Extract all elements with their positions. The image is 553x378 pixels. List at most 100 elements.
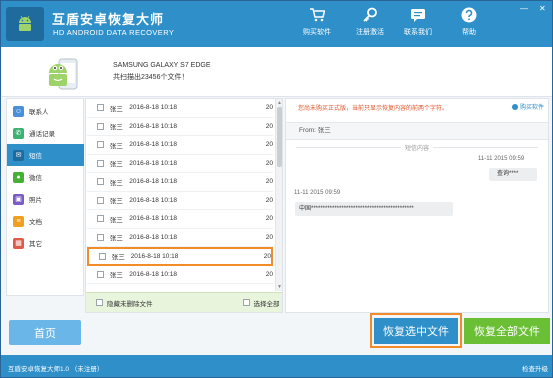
row-checkbox[interactable]: [97, 196, 104, 204]
contact-name: 张三: [109, 105, 123, 113]
list-item[interactable]: 张三 2016-8-18 10:18 20: [87, 192, 273, 210]
buy-software-link[interactable]: 购买软件: [511, 102, 544, 111]
category-other[interactable]: ▦ 其它: [7, 232, 84, 254]
device-name: SAMSUNG GALAXY S7 EDGE: [113, 62, 211, 69]
category-label: 通话记录: [29, 131, 55, 138]
message-date: 2016-8-18 10:18: [129, 122, 177, 130]
section-label: 短信内容: [401, 143, 434, 152]
row-checkbox[interactable]: [97, 122, 104, 130]
recover-all-button[interactable]: 恢复全部文件: [464, 318, 550, 344]
app-window: 互盾安卓恢复大师 HD ANDROID DATA RECOVERY 购买软件 注…: [0, 0, 553, 378]
home-button[interactable]: 首页: [9, 320, 81, 345]
category-call-log[interactable]: ✆ 通话记录: [7, 122, 84, 144]
row-checkbox[interactable]: [97, 159, 104, 167]
row-checkbox[interactable]: [97, 233, 104, 241]
list-item[interactable]: 张三 2016-8-18 10:18 20: [87, 210, 273, 229]
category-wechat[interactable]: ● 微信: [7, 166, 84, 188]
help-icon: [461, 7, 477, 23]
document-icon: ≡: [13, 215, 24, 227]
message-bubble-sent: 查询****: [489, 168, 537, 181]
nav-contact[interactable]: 联系我们: [396, 7, 440, 37]
message-time: 11-11 2015 09:59: [478, 156, 525, 162]
contact-name: 张三: [109, 235, 123, 243]
category-photos[interactable]: ▣ 照片: [7, 188, 84, 210]
app-logo: [6, 7, 44, 41]
list-item[interactable]: 张三 2016-8-18 10:18 20: [87, 266, 273, 284]
nav-help[interactable]: 帮助: [447, 7, 491, 37]
nav-register[interactable]: 注册激活: [348, 7, 392, 37]
list-item[interactable]: 张三 2016-8-18 10:18 20: [87, 136, 273, 155]
nav-buy-software[interactable]: 购买软件: [295, 7, 339, 37]
sms-icon: ✉: [13, 149, 24, 161]
row-checkbox[interactable]: [97, 104, 104, 112]
category-documents[interactable]: ≡ 文档: [7, 210, 84, 232]
photo-icon: ▣: [13, 193, 24, 205]
list-footer: 隐藏未删除文件 选择全部: [86, 292, 282, 312]
message-date: 2016-8-18 10:18: [129, 215, 177, 223]
list-item[interactable]: 张三 2016-8-18 10:18 20: [87, 229, 274, 247]
scroll-thumb[interactable]: [277, 107, 282, 167]
message-count: 20: [265, 233, 274, 241]
contact-name: 张三: [109, 179, 123, 187]
nav-contact-label: 联系我们: [404, 29, 432, 36]
message-count: 20: [265, 104, 274, 112]
wechat-icon: ●: [13, 171, 24, 183]
message-count: 20: [265, 122, 274, 130]
message-count: 20: [263, 252, 271, 260]
row-checkbox[interactable]: [97, 178, 104, 186]
chat-icon: [411, 9, 425, 22]
message-date: 2016-8-18 10:18: [130, 252, 179, 260]
category-contacts[interactable]: ☺ 联系人: [7, 100, 84, 122]
other-icon: ▦: [13, 237, 24, 249]
contact-name: 张三: [109, 161, 123, 169]
hide-undeleted-checkbox[interactable]: [96, 299, 103, 306]
nav-help-label: 帮助: [462, 29, 476, 36]
check-update-link[interactable]: 检查升级: [522, 363, 548, 373]
message-count: 20: [265, 215, 274, 223]
contacts-icon: ☺: [13, 105, 24, 117]
version-text: 互盾安卓恢复大师1.0 （未注册）: [8, 366, 104, 373]
list-item[interactable]: 张三 2016-8-18 10:18 20: [87, 155, 273, 173]
contact-name: 张三: [109, 272, 123, 280]
recover-selected-button[interactable]: 恢复选中文件: [374, 318, 458, 344]
phone-icon: ✆: [13, 127, 24, 139]
row-checkbox[interactable]: [99, 252, 106, 260]
contact-name: 张三: [111, 254, 125, 262]
row-checkbox[interactable]: [97, 270, 104, 278]
close-button[interactable]: ✕: [539, 4, 546, 13]
category-sms[interactable]: ✉ 短信: [7, 144, 84, 166]
row-checkbox[interactable]: [97, 141, 104, 149]
scroll-up-icon[interactable]: ▲: [277, 100, 282, 106]
message-detail: 您尚未购买正式版，当前只显示恢复内容的前两个字符。 购买软件 From: 张三 …: [285, 98, 549, 313]
message-count: 20: [265, 178, 274, 186]
category-label: 短信: [29, 153, 42, 160]
minimize-button[interactable]: —: [520, 4, 528, 13]
category-label: 照片: [29, 197, 42, 204]
android-phone-icon: [49, 58, 78, 90]
cart-icon: [511, 103, 518, 110]
list-item[interactable]: 张三 2016-8-18 10:18 20: [87, 118, 274, 136]
nav-buy-label: 购买软件: [303, 29, 331, 36]
message-date: 2016-8-18 10:18: [129, 141, 177, 149]
message-date: 2016-8-18 10:18: [129, 196, 177, 204]
category-label: 其它: [29, 241, 42, 248]
scroll-down-icon[interactable]: ▼: [277, 284, 282, 290]
message-time: 11-11 2015 09:59: [294, 190, 341, 196]
contact-name: 张三: [109, 142, 123, 150]
app-title: 互盾安卓恢复大师: [52, 12, 165, 27]
list-item[interactable]: 张三 2016-8-18 10:18 20: [87, 173, 273, 192]
select-all-checkbox[interactable]: [242, 299, 250, 306]
contact-name: 张三: [109, 124, 123, 132]
list-scrollbar[interactable]: ▲ ▼: [275, 99, 282, 291]
list-item[interactable]: 张三 2016-8-18 10:18 20: [87, 99, 273, 118]
android-icon: [19, 15, 31, 31]
list-item-selected[interactable]: 张三 2016-8-18 10:18 20: [87, 247, 273, 266]
hide-undeleted-label: 隐藏未删除文件: [107, 300, 153, 308]
trial-notice: 您尚未购买正式版，当前只显示恢复内容的前两个字符。: [298, 106, 449, 112]
app-subtitle: HD ANDROID DATA RECOVERY: [53, 28, 175, 37]
row-checkbox[interactable]: [97, 215, 104, 223]
scan-count: 共扫描出23456个文件！: [113, 74, 189, 81]
message-date: 2016-8-18 10:18: [129, 270, 177, 278]
category-label: 联系人: [29, 109, 49, 116]
message-list: 张三 2016-8-18 10:18 20 张三 2016-8-18 10:18…: [85, 98, 283, 313]
